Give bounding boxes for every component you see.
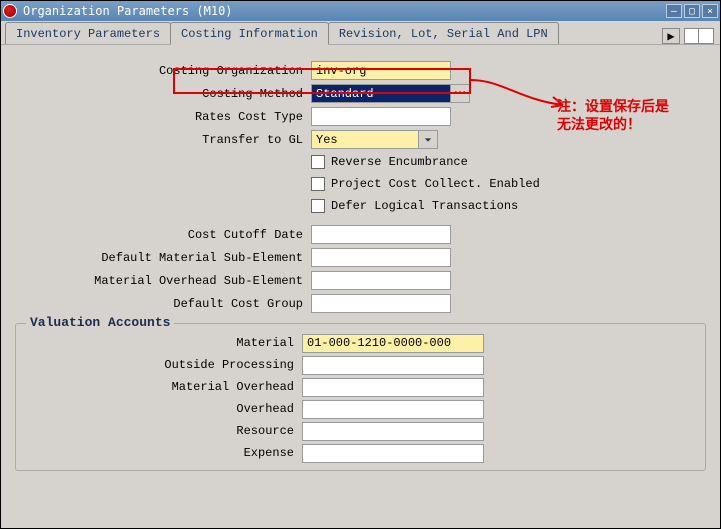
defer-logical-label: Defer Logical Transactions <box>331 199 518 213</box>
transfer-to-gl-field[interactable]: Yes <box>311 130 419 149</box>
material-overhead-subelement-field[interactable] <box>311 271 451 290</box>
transfer-to-gl-label: Transfer to GL <box>11 133 311 147</box>
valuation-accounts-group: Valuation Accounts Material 01-000-1210-… <box>15 323 706 471</box>
va-outside-processing-field[interactable] <box>302 356 484 375</box>
transfer-to-gl-dropdown-button[interactable] <box>419 130 438 149</box>
default-material-subelement-field[interactable] <box>311 248 451 267</box>
va-material-field[interactable]: 01-000-1210-0000-000 <box>302 334 484 353</box>
close-button[interactable]: × <box>702 4 718 18</box>
va-expense-label: Expense <box>22 446 302 460</box>
default-cost-group-field[interactable] <box>311 294 451 313</box>
window-title: Organization Parameters (M10) <box>23 4 664 18</box>
va-material-overhead-label: Material Overhead <box>22 380 302 394</box>
tab-inventory-parameters[interactable]: Inventory Parameters <box>5 22 171 44</box>
annotation-highlight-box <box>173 68 471 94</box>
window-titlebar: Organization Parameters (M10) – ▢ × <box>1 1 720 21</box>
maximize-button[interactable]: ▢ <box>684 4 700 18</box>
va-resource-field[interactable] <box>302 422 484 441</box>
va-resource-label: Resource <box>22 424 302 438</box>
va-material-label: Material <box>22 336 302 350</box>
va-expense-field[interactable] <box>302 444 484 463</box>
reverse-encumbrance-checkbox[interactable] <box>311 155 325 169</box>
default-material-subelement-label: Default Material Sub-Element <box>11 251 311 265</box>
content-panel: Costing Organization inv-org Costing Met… <box>1 45 720 528</box>
oracle-icon <box>3 4 17 18</box>
annotation-line1: 注：设置保存后是 <box>557 97 669 115</box>
annotation-arrow <box>471 75 571 105</box>
tab-costing-information[interactable]: Costing Information <box>170 22 329 45</box>
rates-cost-type-field[interactable] <box>311 107 451 126</box>
annotation-line2: 无法更改的！ <box>557 115 669 133</box>
project-cost-collect-label: Project Cost Collect. Enabled <box>331 177 540 191</box>
rates-cost-type-label: Rates Cost Type <box>11 110 311 124</box>
tab-scroll-right-button[interactable]: ▶ <box>662 28 680 44</box>
minimize-button[interactable]: – <box>666 4 682 18</box>
reverse-encumbrance-label: Reverse Encumbrance <box>331 155 468 169</box>
project-cost-collect-checkbox[interactable] <box>311 177 325 191</box>
tab-revision-lot-serial-lpn[interactable]: Revision, Lot, Serial And LPN <box>328 22 559 44</box>
material-overhead-subelement-label: Material Overhead Sub-Element <box>11 274 311 288</box>
default-cost-group-label: Default Cost Group <box>11 297 311 311</box>
va-overhead-label: Overhead <box>22 402 302 416</box>
chevron-down-icon <box>424 136 432 144</box>
va-overhead-field[interactable] <box>302 400 484 419</box>
cost-cutoff-date-label: Cost Cutoff Date <box>11 228 311 242</box>
valuation-accounts-title: Valuation Accounts <box>26 315 174 330</box>
tab-page-indicator[interactable] <box>684 28 714 44</box>
tab-bar: Inventory Parameters Costing Information… <box>1 21 720 45</box>
annotation-note: 注：设置保存后是 无法更改的！ <box>557 97 669 133</box>
cost-cutoff-date-field[interactable] <box>311 225 451 244</box>
va-outside-processing-label: Outside Processing <box>22 358 302 372</box>
va-material-overhead-field[interactable] <box>302 378 484 397</box>
defer-logical-checkbox[interactable] <box>311 199 325 213</box>
